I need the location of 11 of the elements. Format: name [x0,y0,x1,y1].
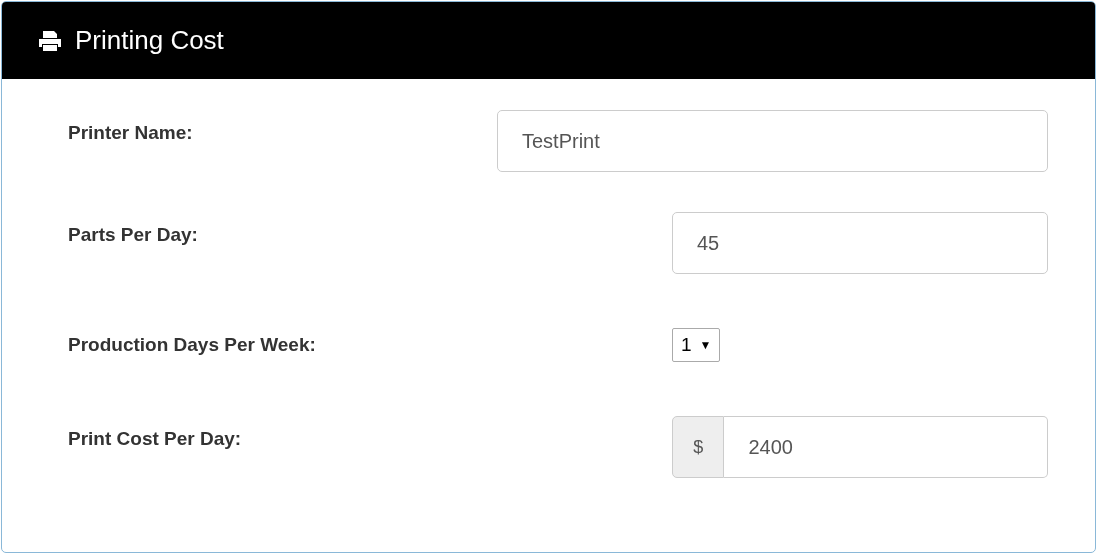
input-field[interactable]: 2400 [724,416,1048,478]
currency-addon: $ [672,416,725,478]
field-label: Printer Name: [68,121,194,144]
field-label: Production Days Per Week: [68,334,317,356]
field-label: Parts Per Day: [68,223,199,246]
field-label: Print Cost Per Day: [68,427,243,450]
printer-icon [39,30,61,51]
panel-title: Printing Cost [75,25,224,56]
dropdown[interactable]: 1 ▼ [672,328,721,362]
input-field[interactable]: 45 [672,212,1048,274]
input-field[interactable]: TestPrint [497,110,1048,172]
